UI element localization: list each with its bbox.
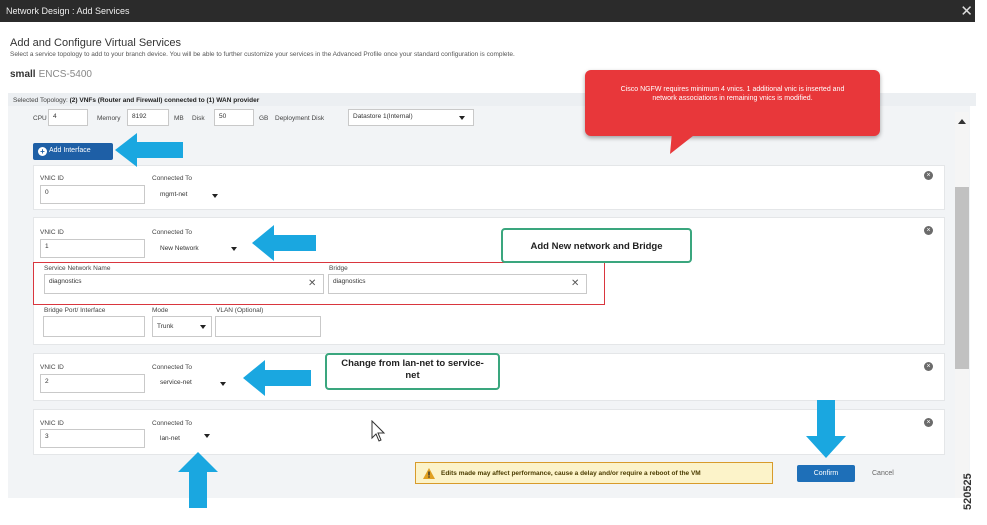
network-value: service-net	[160, 379, 192, 386]
topology-prefix: Selected Topology:	[13, 97, 68, 104]
add-interface-button[interactable]: + Add Interface	[33, 143, 113, 160]
network-select[interactable]: mgmt-net	[160, 191, 187, 198]
vnic-card	[33, 165, 945, 210]
warning-banner: Edits made may affect performance, cause…	[415, 462, 773, 484]
connected-to-label: Connected To	[152, 364, 192, 371]
vnic-id-input[interactable]: 1	[40, 239, 145, 258]
vnic-id-label: VNIC ID	[40, 364, 64, 371]
figure-id: 520525	[962, 473, 974, 510]
network-value: mgmt-net	[160, 191, 188, 198]
mode-label: Mode	[152, 307, 169, 314]
chevron-down-icon	[459, 116, 465, 120]
connected-to-label: Connected To	[152, 229, 192, 236]
ngfw-callout: Cisco NGFW requires minimum 4 vnics. 1 a…	[585, 70, 880, 136]
clear-icon[interactable]: ✕	[571, 278, 579, 289]
arrow-left-icon	[243, 360, 311, 396]
remove-icon[interactable]: ×	[924, 226, 933, 235]
vnic-id-label: VNIC ID	[40, 229, 64, 236]
deployment-disk-select[interactable]: Datastore 1(Internal)	[348, 109, 474, 126]
remove-icon[interactable]: ×	[924, 362, 933, 371]
callout-pointer	[670, 132, 698, 154]
remove-icon[interactable]: ×	[924, 418, 933, 427]
deployment-disk-value: Datastore 1(Internal)	[353, 113, 413, 120]
chevron-down-icon[interactable]	[220, 382, 226, 386]
cpu-label: CPU	[33, 115, 47, 122]
chevron-down-icon	[200, 325, 206, 329]
device-name: ENCS-5400	[38, 69, 92, 80]
vnic-id-input[interactable]: 3	[40, 429, 145, 448]
scrollbar-thumb[interactable]	[955, 187, 969, 369]
vlan-label: VLAN (Optional)	[216, 307, 264, 314]
profile-heading: small ENCS-5400	[10, 69, 92, 80]
network-select[interactable]: service-net	[160, 379, 192, 386]
warning-icon	[423, 468, 435, 479]
memory-unit: MB	[174, 115, 184, 122]
disk-unit: GB	[259, 115, 269, 122]
vlan-input[interactable]	[215, 316, 321, 337]
chevron-down-icon[interactable]	[212, 194, 218, 198]
network-value: New Network	[160, 245, 199, 252]
bridge-port-label: Bridge Port/ Interface	[44, 307, 106, 314]
profile-name: small	[10, 69, 36, 80]
remove-icon[interactable]: ×	[924, 171, 933, 180]
network-select[interactable]: New Network	[160, 245, 199, 252]
vnic-id-label: VNIC ID	[40, 420, 64, 427]
mode-value: Trunk	[157, 323, 174, 330]
network-select[interactable]: lan-net	[160, 435, 180, 442]
cpu-input[interactable]: 4	[48, 109, 88, 126]
arrow-left-icon	[115, 133, 183, 167]
arrow-down-icon	[806, 400, 846, 458]
arrow-left-icon	[252, 225, 316, 261]
topology-value: (2) VNFs (Router and Firewall) connected…	[69, 97, 260, 104]
chevron-down-icon[interactable]	[231, 247, 237, 251]
memory-label: Memory	[97, 115, 121, 122]
dialog-title: Network Design : Add Services	[6, 6, 130, 16]
service-network-name-label: Service Network Name	[44, 265, 111, 272]
bridge-label: Bridge	[329, 265, 348, 272]
dialog-title-bar: Network Design : Add Services	[0, 0, 975, 22]
add-interface-label: Add Interface	[49, 147, 91, 154]
vnic-id-input[interactable]: 0	[40, 185, 145, 204]
memory-input[interactable]: 8192	[127, 109, 169, 126]
vnic-id-input[interactable]: 2	[40, 374, 145, 393]
change-network-annotation: Change from lan-net to service-net	[325, 353, 500, 390]
mode-select[interactable]: Trunk	[152, 316, 212, 337]
disk-input[interactable]: 50	[214, 109, 254, 126]
ngfw-callout-text: Cisco NGFW requires minimum 4 vnics. 1 a…	[620, 86, 845, 102]
warning-text: Edits made may affect performance, cause…	[441, 470, 701, 477]
network-value: lan-net	[160, 435, 180, 442]
mouse-cursor-icon	[371, 420, 386, 442]
page-subtitle: Select a service topology to add to your…	[10, 51, 515, 58]
scroll-up-icon[interactable]	[958, 119, 966, 124]
cancel-button[interactable]: Cancel	[872, 470, 894, 477]
page-title: Add and Configure Virtual Services	[10, 37, 182, 49]
bridge-port-input[interactable]	[43, 316, 145, 337]
chevron-down-icon[interactable]	[204, 434, 210, 438]
vnic-id-label: VNIC ID	[40, 175, 64, 182]
add-network-annotation: Add New network and Bridge	[501, 228, 692, 263]
clear-icon[interactable]: ✕	[308, 278, 316, 289]
disk-label: Disk	[192, 115, 205, 122]
service-network-name-input[interactable]: diagnostics	[44, 274, 324, 294]
close-icon[interactable]: ✕	[960, 2, 973, 20]
selected-topology: Selected Topology: (2) VNFs (Router and …	[13, 97, 259, 104]
arrow-up-icon	[178, 452, 218, 508]
connected-to-label: Connected To	[152, 420, 192, 427]
bridge-input[interactable]: diagnostics	[328, 274, 587, 294]
connected-to-label: Connected To	[152, 175, 192, 182]
confirm-button[interactable]: Confirm	[797, 465, 855, 482]
plus-icon: +	[38, 147, 47, 156]
deployment-disk-label: Deployment Disk	[275, 115, 325, 122]
